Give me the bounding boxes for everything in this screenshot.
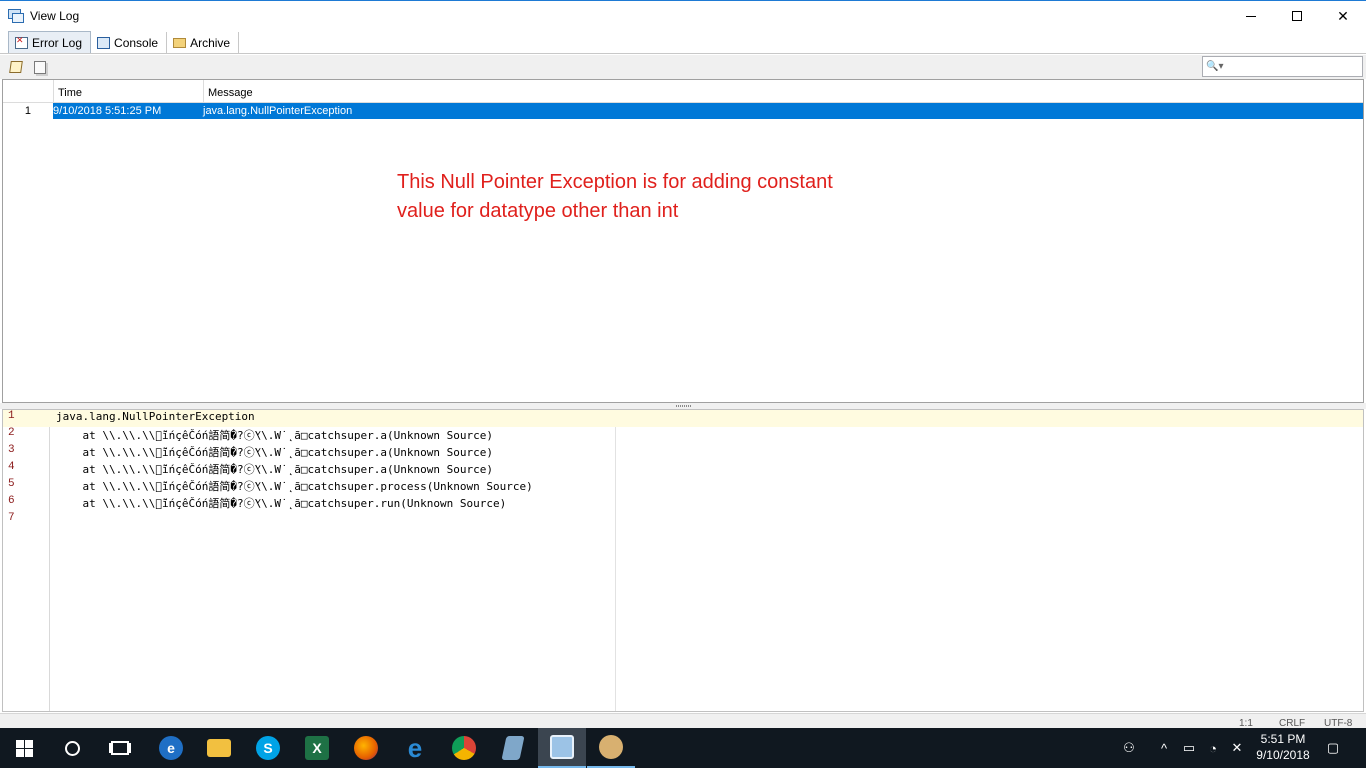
row-time: 9/10/2018 5:51:25 PM	[53, 103, 203, 119]
app-icon	[501, 736, 525, 760]
column-header-time[interactable]: Time	[53, 80, 203, 103]
annotation-line-1: This Null Pointer Exception is for addin…	[397, 171, 833, 193]
code-line: 4 at \\.\\.\\ⓒ̃ĭńçêČóń語简�?ⓒ̌\\.W˙˛ã□catc…	[3, 461, 1363, 478]
taskbar-app[interactable]	[489, 728, 537, 768]
line-text: at \\.\\.\\ⓒ̃ĭńçêČóń語简�?ⓒ̌\\.W˙˛ã□catchs…	[56, 480, 533, 493]
close-button[interactable]: ✕	[1320, 1, 1366, 31]
taskbar-search-button[interactable]	[48, 728, 96, 768]
clock-date: 9/10/2018	[1256, 748, 1310, 762]
search-icon: 🔍▾	[1206, 61, 1224, 72]
start-button[interactable]	[0, 728, 48, 768]
action-center-icon[interactable]: ▢	[1320, 728, 1346, 768]
tab-label: Archive	[190, 35, 231, 50]
line-text: at \\.\\.\\ⓒ̃ĭńçêČóń語简�?ⓒ̌\\.W˙˛ã□catchs…	[56, 429, 493, 442]
tab-error-log[interactable]: Error Log	[8, 31, 92, 53]
table-header: Time Message	[3, 80, 1363, 103]
line-number: 5	[8, 478, 15, 490]
tab-label: Console	[114, 35, 159, 50]
taskbar-skype[interactable]: S	[244, 728, 292, 768]
error-log-icon	[15, 35, 28, 49]
chevron-up-icon[interactable]: ^	[1154, 728, 1174, 768]
maximize-button[interactable]	[1274, 1, 1320, 31]
maximize-icon	[1292, 11, 1302, 21]
log-table: Time Message 1 9/10/2018 5:51:25 PM java…	[2, 79, 1364, 403]
edge-icon: e	[159, 736, 183, 760]
annotation-text: This Null Pointer Exception is for addin…	[397, 168, 917, 226]
column-header-message[interactable]: Message	[203, 80, 1363, 103]
people-icon[interactable]: ⚇	[1116, 728, 1142, 768]
tab-console[interactable]: Console	[91, 32, 168, 53]
code-line: 2 at \\.\\.\\ⓒ̃ĭńçêČóń語简�?ⓒ̌\\.W˙˛ã□catc…	[3, 427, 1363, 444]
clock-time: 5:51 PM	[1260, 732, 1306, 746]
title-bar: View Log ✕	[0, 0, 1366, 31]
excel-icon: X	[305, 736, 329, 760]
code-line: 7	[3, 512, 1363, 529]
edit-icon	[9, 61, 23, 73]
task-view-icon	[111, 741, 129, 755]
code-line: 6 at \\.\\.\\ⓒ̃ĭńçêČóń語简�?ⓒ̌\\.W˙˛ã□catc…	[3, 495, 1363, 512]
line-text: at \\.\\.\\ⓒ̃ĭńçêČóń語简�?ⓒ̌\\.W˙˛ã□catchs…	[56, 446, 493, 459]
taskbar-edge[interactable]: e	[147, 728, 195, 768]
view-log-icon	[550, 735, 574, 759]
folder-icon	[173, 37, 187, 48]
tab-archive[interactable]: Archive	[167, 32, 240, 53]
line-number: 2	[8, 427, 15, 439]
code-line: 1 java.lang.NullPointerException	[3, 410, 1363, 427]
skype-icon: S	[256, 736, 280, 760]
taskbar-file-explorer[interactable]	[195, 728, 243, 768]
line-number: 1	[8, 410, 15, 422]
code-line: 5 at \\.\\.\\ⓒ̃ĭńçêČóń語简�?ⓒ̌\\.W˙˛ã□catc…	[3, 478, 1363, 495]
row-message: java.lang.NullPointerException	[203, 103, 1363, 119]
taskbar-internet-explorer[interactable]: e	[391, 728, 439, 768]
line-number: 6	[8, 495, 15, 507]
console-icon	[97, 36, 111, 49]
edit-log-button[interactable]	[8, 59, 24, 75]
window-title: View Log	[30, 9, 80, 23]
close-icon: ✕	[1337, 7, 1349, 24]
minimize-button[interactable]	[1228, 1, 1274, 31]
copy-log-button[interactable]	[32, 59, 48, 75]
ie-icon: e	[407, 732, 423, 763]
toolbar: 🔍▾	[0, 55, 1366, 79]
annotation-line-2: value for datatype other than int	[397, 200, 679, 222]
firefox-icon	[354, 736, 378, 760]
line-number: 7	[8, 512, 15, 524]
clock[interactable]: 5:51 PM 9/10/2018	[1248, 731, 1318, 763]
taskbar-excel[interactable]: X	[293, 728, 341, 768]
row-number: 1	[3, 103, 53, 119]
search-input[interactable]: 🔍▾	[1202, 56, 1363, 77]
line-number: 3	[8, 444, 15, 456]
windows-start-icon	[15, 739, 33, 757]
grip-icon	[676, 405, 692, 407]
taskbar-view-log[interactable]	[538, 728, 586, 768]
paint-icon	[599, 735, 623, 759]
window-controls: ✕	[1228, 1, 1366, 31]
table-row[interactable]: 1 9/10/2018 5:51:25 PM java.lang.NullPoi…	[3, 103, 1363, 119]
taskbar-firefox[interactable]	[342, 728, 390, 768]
taskbar: e S X e ⚇ ^ ▭ ◔ ✕ 5:51 PM 9/10/2018 ▢	[0, 728, 1366, 768]
line-number: 4	[8, 461, 15, 473]
taskbar-paint[interactable]	[587, 728, 635, 768]
minimize-icon	[1246, 15, 1256, 17]
battery-icon[interactable]: ▭	[1178, 728, 1200, 768]
line-text: at \\.\\.\\ⓒ̃ĭńçêČóń語简�?ⓒ̌\\.W˙˛ã□catchs…	[56, 497, 507, 510]
code-line: 3 at \\.\\.\\ⓒ̃ĭńçêČóń語简�?ⓒ̌\\.W˙˛ã□catc…	[3, 444, 1363, 461]
stack-trace-editor[interactable]: 1 java.lang.NullPointerException 2 at \\…	[2, 409, 1364, 712]
taskbar-chrome[interactable]	[440, 728, 488, 768]
wifi-icon[interactable]: ◔	[1202, 728, 1224, 768]
chrome-icon	[452, 736, 476, 760]
line-text: java.lang.NullPointerException	[56, 410, 255, 423]
tab-label: Error Log	[32, 35, 83, 50]
view-log-app-icon	[8, 9, 24, 23]
task-view-button[interactable]	[96, 728, 144, 768]
volume-muted-icon[interactable]: ✕	[1226, 728, 1248, 768]
line-text: at \\.\\.\\ⓒ̃ĭńçêČóń語简�?ⓒ̌\\.W˙˛ã□catchs…	[56, 463, 493, 476]
tab-strip: Error Log Console Archive	[0, 31, 1366, 54]
folder-icon	[207, 739, 231, 757]
search-icon	[64, 740, 80, 756]
copy-icon	[34, 60, 46, 74]
